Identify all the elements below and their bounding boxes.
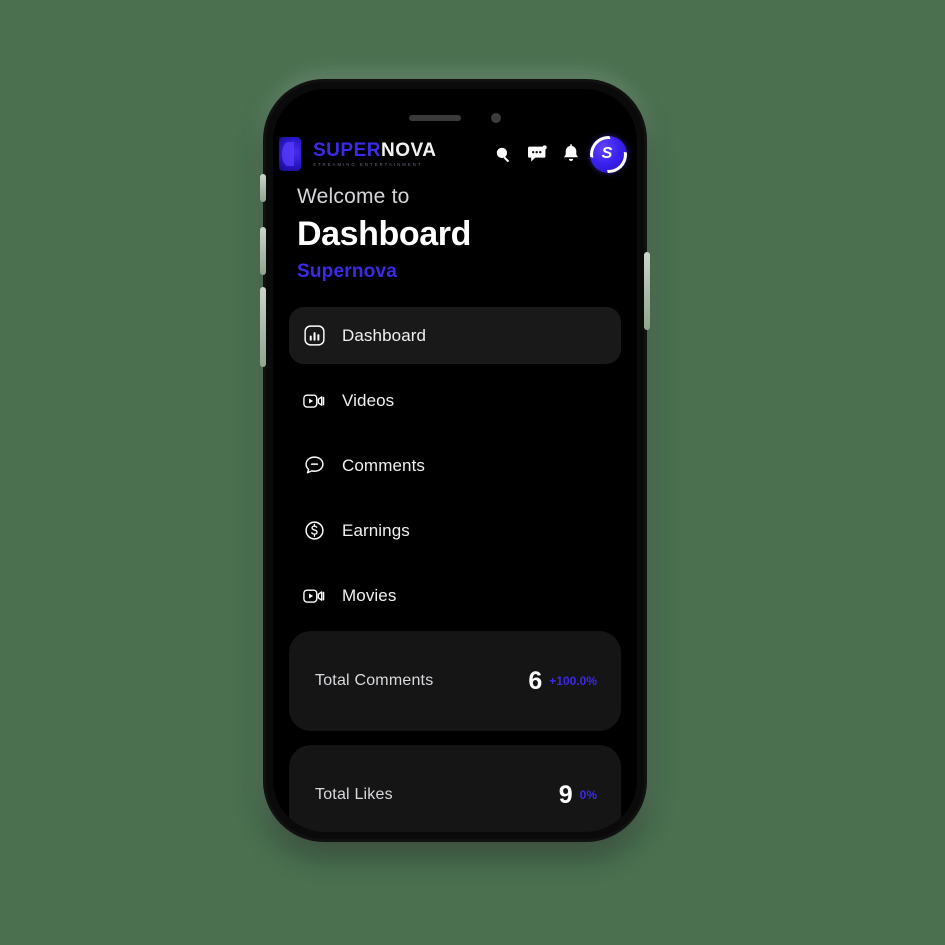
avatar-initial: S: [601, 145, 613, 162]
stat-card-total-likes[interactable]: Total Likes 9 0%: [289, 745, 621, 832]
stat-value: 6: [528, 666, 543, 695]
welcome-greeting: Welcome to: [297, 185, 410, 208]
page-title: Dashboard: [297, 215, 471, 253]
supernova-wordmark[interactable]: SUPERNOVA STREAMING ENTERTAINMENT: [313, 141, 436, 167]
app-header: SUPERNOVA STREAMING ENTERTAINMENT S: [273, 127, 637, 181]
silent-switch-button[interactable]: [260, 174, 266, 202]
messages-icon[interactable]: [520, 137, 554, 171]
sidebar-item-comments[interactable]: Comments: [289, 437, 621, 494]
phone-body: SUPERNOVA STREAMING ENTERTAINMENT S Welc…: [266, 82, 644, 839]
sidebar-item-label: Comments: [342, 455, 425, 475]
stat-label: Total Comments: [315, 672, 434, 689]
stat-label: Total Likes: [315, 786, 393, 803]
power-button[interactable]: [644, 252, 650, 330]
search-icon[interactable]: [486, 137, 520, 171]
sidebar-item-label: Videos: [342, 390, 395, 410]
sidebar-item-dashboard[interactable]: Dashboard: [289, 307, 621, 364]
sidebar-item-label: Dashboard: [342, 325, 427, 345]
sidebar-item-videos[interactable]: Videos: [289, 372, 621, 429]
sidebar-item-movies[interactable]: Movies: [289, 567, 621, 624]
sidebar-item-earnings[interactable]: Earnings: [289, 502, 621, 559]
notifications-icon[interactable]: [554, 137, 588, 171]
sidebar-item-label: Movies: [342, 585, 397, 605]
user-avatar[interactable]: S: [590, 135, 627, 173]
supernova-logo-mark-icon[interactable]: [279, 137, 301, 171]
volume-down-button[interactable]: [260, 287, 266, 367]
phone-mockup: SUPERNOVA STREAMING ENTERTAINMENT S Welc…: [260, 72, 650, 847]
sidebar-item-label: Earnings: [342, 520, 410, 540]
logo-tagline: STREAMING ENTERTAINMENT: [313, 161, 423, 167]
phone-screen: SUPERNOVA STREAMING ENTERTAINMENT S Welc…: [273, 89, 637, 832]
stat-card-total-comments[interactable]: Total Comments 6 +100.0%: [289, 631, 621, 731]
video-icon: [303, 390, 325, 412]
stat-delta-badge: 0%: [579, 788, 597, 802]
speaker-slot-icon: [409, 115, 461, 121]
logo-word-primary: SUPER: [313, 139, 381, 161]
stats-section: Total Comments 6 +100.0% Total Likes 9 0…: [289, 631, 621, 832]
logo-word-secondary: NOVA: [380, 139, 437, 161]
brand-name: Supernova: [297, 261, 397, 282]
bar-chart-icon: [303, 325, 325, 347]
stat-value: 9: [558, 780, 573, 809]
video-icon: [303, 585, 325, 607]
sidebar-nav: Dashboard Videos Comments Earnings Movie…: [289, 307, 621, 632]
welcome-block: Welcome to Dashboard Supernova: [297, 185, 613, 283]
front-camera-icon: [491, 113, 501, 123]
volume-up-button[interactable]: [260, 227, 266, 275]
dollar-icon: [303, 520, 325, 542]
stat-delta-badge: +100.0%: [549, 674, 597, 688]
comment-icon: [303, 455, 325, 477]
phone-notch: [273, 109, 637, 127]
